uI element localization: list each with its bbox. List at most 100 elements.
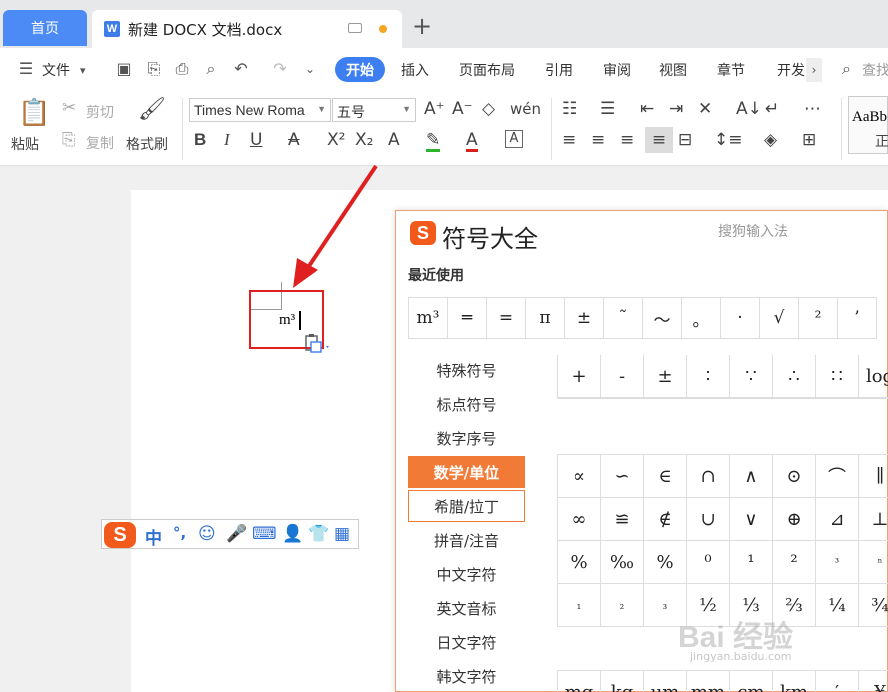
ribbon-tab-layout[interactable]: 页面布局	[459, 60, 515, 80]
document-text[interactable]: m³	[279, 312, 295, 329]
symbol-cell[interactable]: ¼	[816, 584, 859, 627]
symbol-cell[interactable]: ⊥	[859, 498, 888, 541]
symbol-cell[interactable]: ⁰	[687, 541, 730, 584]
decrease-indent-icon[interactable]: ⇤	[640, 99, 654, 119]
bold-icon[interactable]: B	[194, 130, 206, 150]
shrink-font-icon[interactable]: A⁻	[452, 99, 473, 119]
format-painter-icon[interactable]: 🖌	[138, 96, 166, 124]
symbol-cell[interactable]: ∵	[730, 355, 773, 398]
emoji-icon[interactable]: ☺	[198, 524, 216, 544]
distribute-icon[interactable]: ⊟	[678, 130, 692, 150]
symbol-cell[interactable]: ∥	[859, 455, 888, 498]
align-right-icon[interactable]: ≡	[620, 130, 634, 150]
increase-indent-icon[interactable]: ⇥	[669, 99, 683, 119]
print-preview-icon[interactable]: ⌕	[201, 60, 221, 78]
italic-icon[interactable]: I	[224, 130, 230, 150]
symbol-cell[interactable]: ∈	[644, 455, 687, 498]
clear-format-icon[interactable]: ◇	[482, 99, 495, 119]
symbol-cell[interactable]: ⌒	[816, 455, 859, 498]
symbol-cell[interactable]: ∶	[687, 355, 730, 398]
numbered-list-icon[interactable]: ☰	[600, 99, 615, 119]
ribbon-tab-start[interactable]: 开始	[335, 57, 385, 82]
recent-symbol[interactable]: ’	[838, 298, 877, 338]
print-icon[interactable]: ⎙	[172, 60, 192, 78]
ribbon-tab-developer[interactable]: 开发	[777, 60, 805, 80]
symbol-cell[interactable]: %	[558, 541, 601, 584]
paste-button[interactable]: 粘贴	[11, 134, 39, 154]
cut-button[interactable]: 剪切	[86, 102, 114, 122]
ribbon-tab-references[interactable]: 引用	[545, 60, 573, 80]
symbol-cell[interactable]: cm	[730, 671, 773, 692]
symbol-cell[interactable]: ₂	[601, 584, 644, 627]
symbol-cell[interactable]: mm	[687, 671, 730, 692]
symbol-cell[interactable]: +	[558, 355, 601, 398]
symbol-cell[interactable]: ±	[644, 355, 687, 398]
category-item[interactable]: 中文字符	[408, 558, 525, 590]
symbol-cell[interactable]: ∝	[558, 455, 601, 498]
symbol-cell[interactable]: ³	[816, 541, 859, 584]
symbol-cell[interactable]: ⊕	[773, 498, 816, 541]
symbol-cell[interactable]: ∧	[730, 455, 773, 498]
category-item[interactable]: 韩文字符	[408, 660, 525, 692]
symbol-cell[interactable]: ‰	[601, 541, 644, 584]
pinyin-guide-icon[interactable]: wén	[510, 99, 541, 119]
underline-icon[interactable]: U	[250, 130, 262, 150]
user-card-icon[interactable]: 👤	[282, 524, 303, 544]
font-color-icon[interactable]: A	[466, 130, 478, 152]
recent-symbol[interactable]: ±	[565, 298, 604, 338]
tab-home[interactable]: 首页	[3, 10, 87, 46]
symbol-cell[interactable]: km	[773, 671, 816, 692]
chinese-layout-icon[interactable]: ✕	[698, 99, 712, 119]
scissors-icon[interactable]: ✂	[62, 98, 76, 118]
symbol-cell[interactable]: ¥	[859, 671, 888, 692]
scroll-right-icon[interactable]: ›	[806, 58, 822, 82]
more-chevron-icon[interactable]: ⌄	[302, 60, 318, 78]
subscript-icon[interactable]: X₂	[355, 130, 373, 150]
paste-options-icon[interactable]	[304, 333, 329, 353]
category-item[interactable]: 特殊符号	[408, 354, 525, 386]
symbol-cell[interactable]: ′	[816, 671, 859, 692]
align-left-icon[interactable]: ≡	[562, 130, 576, 150]
category-item[interactable]: 希腊/拉丁	[408, 490, 525, 522]
paste-icon[interactable]: 📋	[18, 98, 50, 128]
recent-symbol[interactable]: 。	[682, 298, 721, 338]
recent-symbol[interactable]: m³	[409, 298, 448, 338]
search-label[interactable]: 查找	[862, 60, 888, 80]
symbol-cell[interactable]: ⊿	[816, 498, 859, 541]
category-item[interactable]: 数学/单位	[408, 456, 525, 488]
symbol-cell[interactable]: ∞	[558, 498, 601, 541]
symbol-cell[interactable]: ∷	[816, 355, 859, 398]
monitor-icon[interactable]	[348, 23, 362, 33]
symbol-cell[interactable]: ⊙	[773, 455, 816, 498]
symbol-cell[interactable]: ∴	[773, 355, 816, 398]
strikethrough-icon[interactable]: A	[288, 130, 300, 150]
symbol-cell[interactable]: ∨	[730, 498, 773, 541]
show-marks-icon[interactable]: ↵	[765, 99, 779, 119]
skin-shirt-icon[interactable]: 👕	[308, 524, 329, 544]
symbol-cell[interactable]: ∩	[687, 455, 730, 498]
symbol-cell[interactable]: %	[644, 541, 687, 584]
redo-icon[interactable]: ↷	[270, 60, 290, 78]
category-item[interactable]: 英文音标	[408, 592, 525, 624]
ime-lang-toggle[interactable]: 中	[145, 524, 162, 549]
recent-symbol[interactable]: =	[487, 298, 526, 338]
sort-icon[interactable]: A↓	[736, 99, 762, 119]
ime-punct-toggle[interactable]: °,	[173, 524, 186, 542]
sogou-logo-icon[interactable]: S	[104, 522, 136, 548]
font-family-select[interactable]: Times New Roma ▼	[189, 98, 331, 122]
recent-symbol[interactable]: ～	[643, 298, 682, 338]
symbol-cell[interactable]: -	[601, 355, 644, 398]
category-item[interactable]: 数字序号	[408, 422, 525, 454]
symbol-cell[interactable]: ¹	[730, 541, 773, 584]
bullet-list-icon[interactable]: ☷	[562, 99, 577, 119]
undo-icon[interactable]: ↶	[231, 60, 251, 78]
symbol-cell[interactable]: ⁿ	[859, 541, 888, 584]
recent-symbol[interactable]: ═	[448, 298, 487, 338]
recent-symbol[interactable]: √	[760, 298, 799, 338]
category-item[interactable]: 日文字符	[408, 626, 525, 658]
highlight-color-icon[interactable]: ✎	[426, 130, 441, 152]
char-border-icon[interactable]: A	[505, 130, 523, 148]
file-menu[interactable]: 文件	[42, 60, 70, 80]
new-tab-button[interactable]: +	[412, 14, 432, 38]
recent-symbol[interactable]: π	[526, 298, 565, 338]
